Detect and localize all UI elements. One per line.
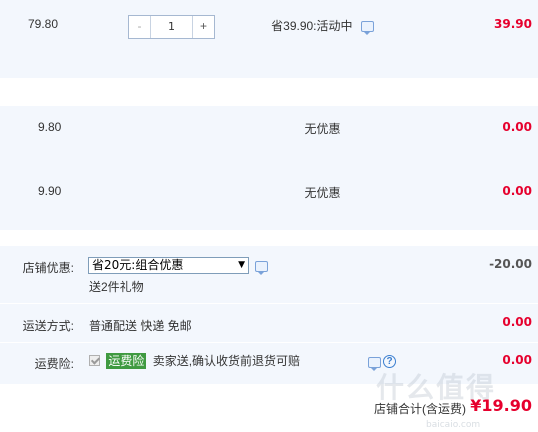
- item-subtotal: 39.90: [494, 17, 532, 31]
- item-discount: 无优惠: [304, 122, 341, 136]
- item-discount: 无优惠: [304, 186, 341, 200]
- store-total-value: ¥19.90: [470, 396, 532, 415]
- store-discount-select[interactable]: 省20元:组合优惠 ▼: [88, 257, 249, 274]
- decrease-quantity-button[interactable]: -: [129, 16, 151, 38]
- store-discount-label: 店铺优惠:: [22, 261, 74, 275]
- store-discount-selected: 省20元:组合优惠: [92, 258, 184, 272]
- shipping-amount: 0.00: [502, 315, 532, 329]
- item-price: 79.80: [28, 17, 59, 31]
- item-row-2: 9.80 无优惠 0.00: [0, 106, 538, 166]
- store-discount-amount: -20.00: [489, 257, 532, 271]
- store-total-label: 店铺合计(含运费): [374, 402, 466, 416]
- item-subtotal: 0.00: [502, 184, 532, 198]
- insurance-option: 运费险 卖家送,确认收货前退货可赔: [89, 352, 300, 369]
- shipping-label: 运送方式:: [22, 319, 74, 333]
- gift-text: 送2件礼物: [89, 280, 144, 294]
- discount-text: 省39.90:活动中: [271, 19, 353, 33]
- insurance-checkbox[interactable]: [89, 355, 100, 366]
- insurance-label: 运费险:: [34, 357, 74, 371]
- insurance-tag: 运费险: [106, 352, 147, 369]
- chat-icon[interactable]: [255, 261, 268, 275]
- divider: [0, 342, 538, 343]
- chat-icon[interactable]: [360, 21, 374, 36]
- insurance-description: 卖家送,确认收货前退货可赔: [152, 354, 301, 368]
- shipping-method: 普通配送 快递 免邮: [89, 319, 192, 333]
- quantity-stepper[interactable]: - 1 +: [128, 15, 215, 39]
- dropdown-arrow-icon: ▼: [238, 260, 245, 270]
- item-price: 9.90: [38, 184, 62, 198]
- divider: [0, 303, 538, 304]
- item-subtotal: 0.00: [502, 120, 532, 134]
- watermark-url: baicaio.com: [426, 420, 481, 430]
- item-row-3: 9.90 无优惠 0.00: [0, 166, 538, 230]
- quantity-input[interactable]: 1: [151, 16, 192, 38]
- item-discount: 省39.90:活动中: [230, 17, 415, 36]
- insurance-amount: 0.00: [502, 353, 532, 367]
- item-price: 9.80: [38, 120, 62, 134]
- item-row-1: 79.80 - 1 + 省39.90:活动中 39.90: [0, 0, 538, 78]
- increase-quantity-button[interactable]: +: [192, 16, 214, 38]
